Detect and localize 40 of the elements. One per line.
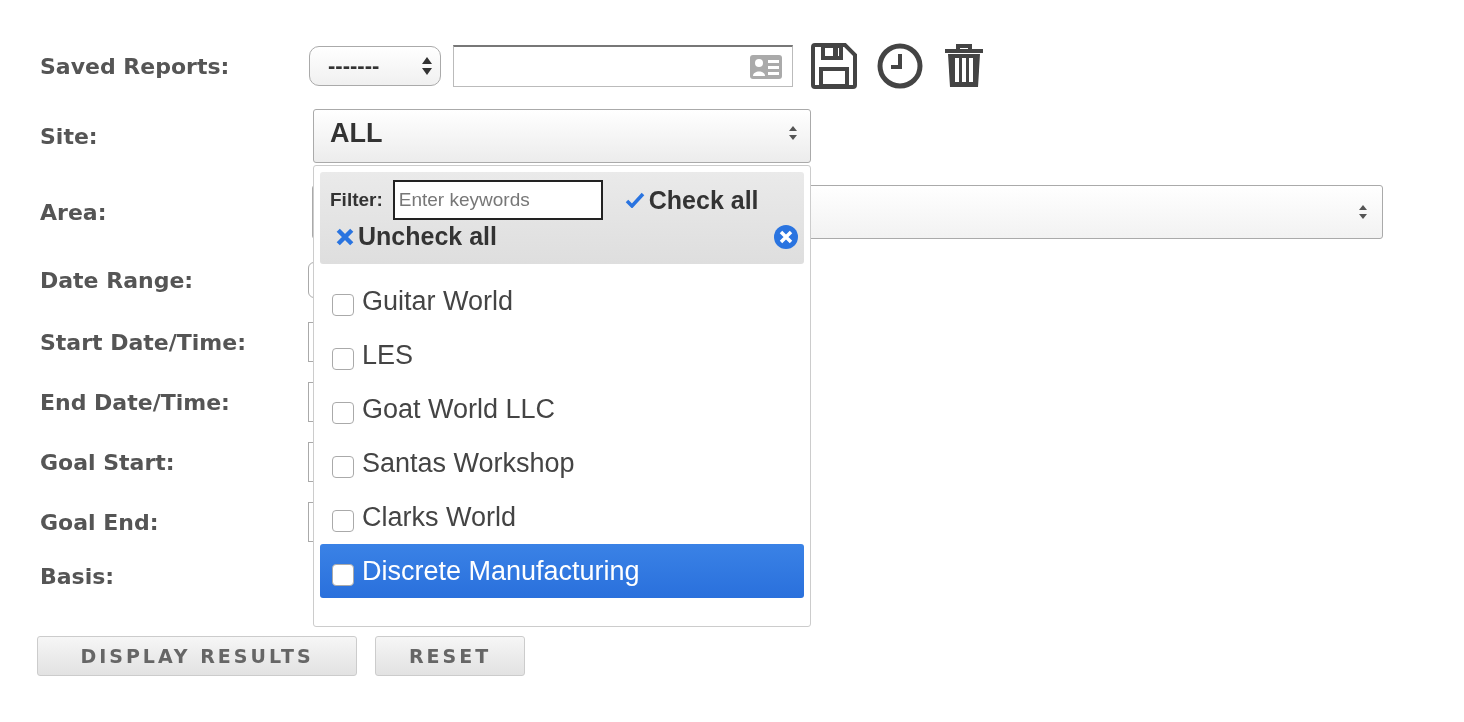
checkbox[interactable] xyxy=(332,402,354,424)
site-option[interactable]: Santas Workshop xyxy=(320,436,804,490)
filter-label: Filter: xyxy=(330,189,383,211)
check-all-link[interactable]: Check all xyxy=(624,185,759,215)
site-select[interactable]: ALL xyxy=(313,109,811,163)
updown-caret-icon xyxy=(1358,204,1368,220)
form-button[interactable]: DISPLAY RESULTS xyxy=(37,636,357,676)
checkbox[interactable] xyxy=(332,456,354,478)
form-button[interactable]: RESET xyxy=(375,636,525,676)
updown-caret-icon xyxy=(788,125,798,141)
checkbox[interactable] xyxy=(332,510,354,532)
uncheck-all-link[interactable]: Uncheck all xyxy=(336,222,497,251)
field-label: Site: xyxy=(39,123,99,149)
contact-card-icon xyxy=(750,54,782,79)
field-label: End Date/Time: xyxy=(39,389,231,415)
checkmark-icon xyxy=(624,192,645,208)
saved-report-select[interactable]: ------- xyxy=(309,46,441,86)
cross-icon xyxy=(336,227,354,246)
checkbox[interactable] xyxy=(332,348,354,370)
field-label: Basis: xyxy=(39,563,116,589)
field-label: Goal Start: xyxy=(39,449,176,475)
checkbox[interactable] xyxy=(332,294,354,316)
field-label: Date Range: xyxy=(39,267,195,293)
field-label: Start Date/Time: xyxy=(39,329,247,355)
trash-icon[interactable] xyxy=(943,43,985,89)
site-option[interactable]: Clarks World xyxy=(320,490,804,544)
field-label: Area: xyxy=(39,199,108,225)
updown-caret-icon xyxy=(422,56,432,76)
field-label: Saved Reports: xyxy=(39,53,231,79)
clock-icon[interactable] xyxy=(877,43,923,89)
field-label: Goal End: xyxy=(39,509,160,535)
filter-field[interactable]: Enter keywords xyxy=(392,180,603,220)
save-icon[interactable] xyxy=(811,43,857,89)
close-icon[interactable] xyxy=(774,224,798,249)
checkbox[interactable] xyxy=(332,564,354,586)
site-option[interactable]: LES xyxy=(320,328,804,382)
site-option[interactable]: Goat World LLC xyxy=(320,382,804,436)
site-option[interactable]: Guitar World xyxy=(320,274,804,328)
site-option[interactable]: Discrete Manufacturing xyxy=(320,544,804,598)
report-name-field[interactable] xyxy=(453,45,793,87)
